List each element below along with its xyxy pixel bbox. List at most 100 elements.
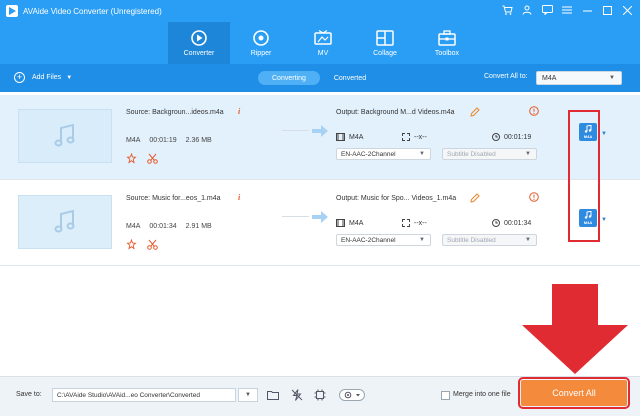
minimize-icon[interactable] — [580, 3, 594, 17]
magic-wand-icon[interactable] — [126, 153, 137, 164]
output-name: Output: Music for Spo... Videos_1.m4a — [336, 195, 457, 202]
info-icon[interactable]: i — [238, 107, 240, 116]
tab-converter[interactable]: Converter — [168, 22, 230, 64]
resize-icon — [402, 219, 410, 227]
chevron-down-icon[interactable]: ▼ — [238, 388, 258, 402]
chevron-down-icon: ▼ — [419, 151, 425, 157]
toolbox-icon — [438, 29, 456, 47]
bottom-bar: Save to: C:\AVAide Studio\AVAid...eo Con… — [0, 376, 640, 416]
audio-track-select[interactable]: EN-AAC-2Channel ▼ — [336, 148, 431, 160]
music-note-icon — [54, 123, 75, 147]
source-name: Source: Backgroun...ideos.m4a — [126, 109, 224, 116]
convert-all-format-value: M4A — [542, 74, 557, 82]
edit-tools — [126, 153, 158, 164]
music-note-icon — [54, 209, 75, 233]
chevron-down-icon[interactable]: ▼ — [66, 75, 72, 81]
tab-ripper[interactable]: Ripper — [230, 22, 292, 64]
subtitle-select[interactable]: Subtitle Disabled ▼ — [442, 234, 537, 246]
collage-icon — [376, 29, 394, 47]
folder-icon[interactable] — [265, 387, 281, 403]
plus-icon: + — [14, 72, 25, 83]
file-thumbnail[interactable] — [18, 195, 112, 249]
warning-icon[interactable] — [529, 106, 539, 118]
clock-icon — [492, 133, 500, 141]
annotation-highlight-box — [568, 110, 600, 242]
file-thumbnail[interactable] — [18, 109, 112, 163]
tab-toolbox[interactable]: Toolbox — [416, 22, 478, 64]
clock-icon — [492, 219, 500, 227]
merge-label: Merge into one file — [453, 391, 511, 398]
user-icon[interactable] — [520, 3, 534, 17]
maximize-icon[interactable] — [600, 3, 614, 17]
resize-icon — [402, 133, 410, 141]
save-path-field[interactable]: C:\AVAide Studio\AVAid...eo Converter\Co… — [52, 388, 236, 402]
arrow-right-icon — [312, 211, 328, 225]
tab-label: Converter — [183, 50, 215, 57]
tab-mv[interactable]: MV — [292, 22, 354, 64]
chat-icon[interactable] — [540, 3, 554, 17]
source-size: 2.91 MB — [185, 223, 212, 230]
source-meta: M4A 00:01:19 2.36 MB — [126, 137, 212, 144]
annotation-arrow-icon — [522, 284, 628, 374]
status-toggle: Converting Converted — [258, 71, 380, 85]
output-duration: 00:01:19 — [504, 133, 532, 141]
arrow-right-icon — [312, 125, 328, 139]
tab-label: Toolbox — [434, 50, 460, 57]
close-icon[interactable] — [620, 3, 634, 17]
add-files-label: Add Files — [32, 74, 62, 81]
tab-converted[interactable]: Converted — [320, 71, 380, 85]
edit-tools — [126, 239, 158, 250]
output-resolution: --x-- — [414, 133, 427, 141]
convert-all-to-label: Convert All to: — [484, 73, 528, 80]
audio-track-value: EN-AAC-2Channel — [341, 236, 396, 244]
output-properties: M4A --x-- 00:01:34 — [336, 219, 540, 229]
info-icon[interactable]: i — [238, 193, 240, 202]
save-path-value: C:\AVAide Studio\AVAid...eo Converter\Co… — [57, 391, 200, 399]
chevron-down-icon[interactable]: ▼ — [601, 131, 607, 137]
window-controls — [500, 3, 634, 17]
flash-off-icon[interactable] — [289, 387, 305, 403]
convert-all-button[interactable]: Convert All — [518, 377, 630, 409]
warning-icon[interactable] — [529, 192, 539, 204]
film-icon — [336, 219, 345, 227]
merge-checkbox[interactable] — [441, 391, 450, 400]
subtitle-select[interactable]: Subtitle Disabled ▼ — [442, 148, 537, 160]
edit-name-icon[interactable] — [470, 193, 480, 205]
file-row: Source: Backgroun...ideos.m4a i M4A 00:0… — [0, 95, 640, 179]
window-title: AVAide Video Converter (Unregistered) — [23, 6, 162, 16]
add-files-button[interactable]: + Add Files ▼ — [14, 72, 72, 83]
scissors-icon[interactable] — [147, 153, 158, 164]
convert-all-format-select[interactable]: M4A ▼ — [536, 71, 622, 85]
output-properties: M4A --x-- 00:01:19 — [336, 133, 540, 143]
source-size: 2.36 MB — [185, 137, 212, 144]
tab-collage[interactable]: Collage — [354, 22, 416, 64]
hardware-acceleration-icon[interactable] — [312, 387, 328, 403]
output-format: M4A — [349, 133, 364, 141]
subtitle-value: Subtitle Disabled — [447, 150, 496, 158]
ripper-icon — [252, 29, 270, 47]
chevron-down-icon: ▼ — [609, 75, 615, 81]
save-to-label: Save to: — [16, 391, 42, 398]
cart-icon[interactable] — [500, 3, 514, 17]
title-bar: AVAide Video Converter (Unregistered) — [0, 0, 640, 22]
chevron-down-icon: ▼ — [525, 237, 531, 243]
app-logo-icon — [6, 5, 18, 17]
tab-label: MV — [317, 50, 329, 57]
divider-line — [282, 216, 309, 217]
magic-wand-icon[interactable] — [126, 239, 137, 250]
row-divider — [0, 265, 640, 266]
scissors-icon[interactable] — [147, 239, 158, 250]
tab-converting[interactable]: Converting — [258, 71, 320, 85]
divider-line — [282, 130, 309, 131]
edit-name-icon[interactable] — [470, 107, 480, 119]
film-icon — [336, 133, 345, 141]
row-divider — [0, 179, 640, 180]
audio-track-select[interactable]: EN-AAC-2Channel ▼ — [336, 234, 431, 246]
mv-icon — [314, 29, 332, 47]
chevron-down-icon: ▼ — [525, 151, 531, 157]
tab-label: Collage — [373, 50, 397, 57]
output-duration: 00:01:34 — [504, 219, 532, 227]
menu-icon[interactable] — [560, 3, 574, 17]
settings-gear-icon[interactable] — [337, 387, 367, 403]
chevron-down-icon[interactable]: ▼ — [601, 217, 607, 223]
